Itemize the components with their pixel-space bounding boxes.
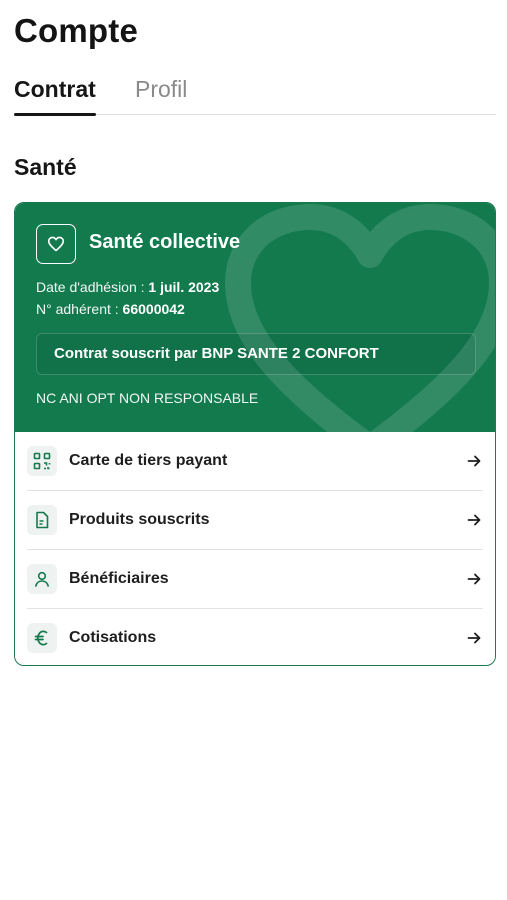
euro-icon [27, 623, 57, 653]
card-title: Santé collective [89, 231, 241, 253]
menu-item-carte-tiers-payant[interactable]: Carte de tiers payant [27, 432, 483, 491]
contract-info-box: Contrat souscrit par BNP SANTE 2 CONFORT [36, 333, 476, 375]
member-number: N° adhérent : 66000042 [36, 301, 185, 317]
heart-icon [36, 224, 76, 264]
arrow-right-icon [467, 455, 481, 467]
tab-profil[interactable]: Profil [135, 76, 187, 111]
menu-item-label: Produits souscrits [69, 511, 210, 528]
menu-item-produits-souscrits[interactable]: Produits souscrits [27, 491, 483, 550]
menu-item-label: Cotisations [69, 629, 157, 646]
tab-bar: Contrat Profil [14, 74, 496, 116]
user-icon [27, 564, 57, 594]
member-number-value: 66000042 [122, 301, 185, 317]
member-number-label: N° adhérent : [36, 301, 123, 317]
arrow-right-icon [467, 632, 481, 644]
adhesion-date: Date d'adhésion : 1 juil. 2023 [36, 279, 219, 295]
document-icon [27, 505, 57, 535]
section-title: Santé [14, 154, 77, 180]
contract-option-text: NC ANI OPT NON RESPONSABLE [36, 390, 259, 406]
contract-text: Contrat souscrit par BNP SANTE 2 CONFORT [54, 345, 379, 362]
menu-item-label: Bénéficiaires [69, 570, 169, 587]
background-heart-icon [225, 204, 495, 432]
page-title: Compte [14, 12, 139, 49]
adhesion-date-value: 1 juil. 2023 [148, 279, 220, 295]
arrow-right-icon [467, 514, 481, 526]
menu-item-beneficiaires[interactable]: Bénéficiaires [27, 550, 483, 609]
tab-contrat[interactable]: Contrat [14, 76, 96, 116]
qr-code-icon [27, 446, 57, 476]
card-menu: Carte de tiers payant Produits souscrits [15, 432, 495, 665]
adhesion-date-label: Date d'adhésion : [36, 279, 149, 295]
menu-item-label: Carte de tiers payant [69, 452, 228, 469]
arrow-right-icon [467, 573, 481, 585]
card-header: Santé collective Date d'adhésion : 1 jui… [15, 203, 495, 432]
menu-item-cotisations[interactable]: Cotisations [27, 609, 483, 665]
health-contract-card: Santé collective Date d'adhésion : 1 jui… [14, 202, 496, 666]
